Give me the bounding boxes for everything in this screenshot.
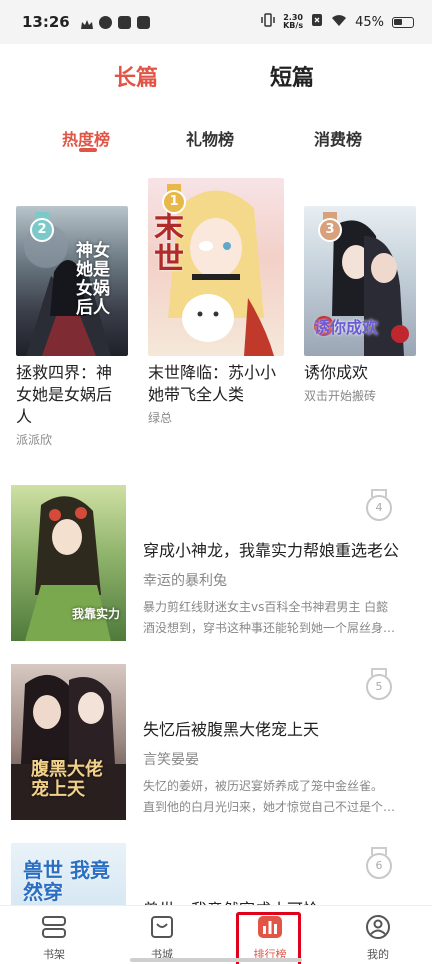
mail-icon: [117, 15, 131, 29]
book-title-line: 诱你成欢: [304, 363, 369, 382]
ranking-highlight-box: [236, 912, 301, 964]
app-notification-icon: [98, 15, 112, 29]
book-title[interactable]: 穿成小神龙，我靠实力帮娘重选老公: [143, 537, 423, 561]
rank-number: 5: [366, 674, 392, 700]
wifi-icon: [331, 14, 347, 31]
profile-icon: [366, 915, 390, 939]
description-line: 酒没想到，穿书这种事还能轮到她一个屌丝身…: [143, 621, 396, 635]
book-description: 失忆的姜妍，被历迟宴娇养成了笼中金丝雀。 直到他的白月光归来，她才惊觉自己不过是…: [143, 776, 421, 818]
home-indicator: [130, 958, 302, 962]
battery-icon: [392, 16, 414, 28]
book-author: 幸运的暴利兔: [143, 573, 227, 589]
vibrate-icon: [261, 13, 275, 31]
book-cover[interactable]: 兽世 我竟然穿: [11, 843, 126, 905]
book-title[interactable]: 诱你成欢: [304, 362, 416, 384]
tab-long[interactable]: 长篇: [114, 60, 158, 92]
description-line: 暴力剪红线财迷女主vs百科全书神君男主 白懿: [143, 600, 389, 614]
book-title-line: 人: [16, 407, 33, 426]
calendar-icon: [136, 15, 150, 29]
nav-label: 书架: [43, 948, 65, 961]
cover-art-text: 我靠实力: [71, 607, 120, 621]
book-title[interactable]: 失忆后被腹黑大佬宠上天: [143, 716, 423, 740]
net-speed-unit: KB/s: [283, 21, 304, 30]
rank-number: 4: [366, 495, 392, 521]
status-right: 2.30 KB/s 45%: [261, 13, 414, 31]
book-author: 双击开始搬砖: [304, 389, 377, 403]
status-time: 13:26: [22, 13, 70, 31]
book-title[interactable]: 拯救四界：神 女她是女娲后 人: [16, 362, 128, 428]
rank-medal: 2: [28, 212, 56, 246]
tab-popularity[interactable]: 热度榜: [62, 126, 110, 150]
tab-short[interactable]: 短篇: [270, 60, 314, 92]
bookshelf-icon: [42, 916, 66, 938]
rank-number: 2: [30, 218, 54, 242]
list-item-rank-6[interactable]: 兽世 我竟然穿 6 兽世：我竟然穿成小可怜: [0, 843, 432, 905]
nav-bookstore[interactable]: 书城: [108, 906, 216, 964]
nav-label: 我的: [367, 948, 389, 961]
rank-medal: 3: [316, 212, 344, 246]
bookstore-icon: [151, 916, 173, 938]
battery-percent: 45%: [355, 14, 384, 30]
rank-badge: 4: [366, 489, 392, 523]
status-bar: 13:26 2.30 KB/s 45%: [0, 0, 432, 44]
description-line: 直到他的白月光归来，她才惊觉自己不过是个…: [143, 800, 396, 814]
book-cover[interactable]: 腹黑大佬宠上天: [11, 664, 126, 820]
cover-art-text: 腹黑大佬宠上天: [31, 759, 103, 800]
podium-item-rank-1[interactable]: 末世 1 末世降临：苏小小 她带飞全人类 绿总: [148, 178, 284, 426]
book-title-line: 女她是女娲后: [16, 385, 113, 404]
notification-icons: [80, 15, 150, 29]
list-item-rank-4[interactable]: 我靠实力 4 穿成小神龙，我靠实力帮娘重选老公 幸运的暴利兔 暴力剪红线财迷女主…: [0, 485, 432, 645]
list-item-rank-5[interactable]: 腹黑大佬宠上天 5 失忆后被腹黑大佬宠上天 言笑晏晏 失忆的姜妍，被历迟宴娇养成…: [0, 664, 432, 824]
book-title-line: 她带飞全人类: [148, 385, 245, 404]
book-title[interactable]: 末世降临：苏小小 她带飞全人类: [148, 362, 284, 406]
net-speed: 2.30 KB/s: [283, 14, 303, 30]
book-title-line: 末世降临：苏小小: [148, 363, 277, 382]
book-cover[interactable]: 诱你成欢 3: [304, 206, 416, 356]
cover-art-text: 末世: [154, 210, 184, 277]
cover-art-text: 神女她是女娲后人: [76, 241, 110, 318]
ranking-type-tabs: 热度榜 礼物榜 消费榜: [0, 126, 432, 156]
book-author: 绿总: [148, 411, 173, 425]
tab-indicator: [79, 148, 97, 152]
cover-art-text: 兽世 我竟然穿: [23, 858, 110, 904]
podium-item-rank-2[interactable]: 神女她是女娲后人 2 拯救四界：神 女她是女娲后 人 派派欣: [16, 206, 128, 448]
rank-number: 1: [162, 190, 186, 214]
rank-number: 6: [366, 853, 392, 879]
podium-item-rank-3[interactable]: 诱你成欢 3 诱你成欢 双击开始搬砖: [304, 206, 416, 404]
cover-art-text: 诱你成欢: [314, 318, 379, 337]
book-description: 暴力剪红线财迷女主vs百科全书神君男主 白懿 酒没想到，穿书这种事还能轮到她一个…: [143, 597, 421, 639]
nav-bookshelf[interactable]: 书架: [0, 906, 108, 964]
length-tabs: 长篇 短篇: [0, 60, 432, 100]
book-title[interactable]: 兽世：我竟然穿成小可怜: [143, 896, 423, 905]
book-cover[interactable]: 末世 1: [148, 178, 284, 356]
rank-badge: 6: [366, 847, 392, 881]
book-author: 言笑晏晏: [143, 752, 199, 768]
rank-number: 3: [318, 218, 342, 242]
tab-gift[interactable]: 礼物榜: [186, 126, 234, 150]
tab-spending[interactable]: 消费榜: [314, 126, 362, 150]
description-line: 失忆的姜妍，被历迟宴娇养成了笼中金丝雀。: [143, 779, 384, 793]
book-cover[interactable]: 神女她是女娲后人 2: [16, 206, 128, 356]
nav-profile[interactable]: 我的: [324, 906, 432, 964]
book-title-line: 拯救四界：神: [16, 363, 113, 382]
book-cover[interactable]: 我靠实力: [11, 485, 126, 641]
rank-medal: 1: [160, 184, 188, 218]
book-author: 派派欣: [16, 433, 53, 447]
rank-badge: 5: [366, 668, 392, 702]
crown-icon: [80, 16, 93, 29]
bottom-nav: 书架 书城 排行榜 我的: [0, 905, 432, 964]
sim-icon: [311, 13, 323, 31]
